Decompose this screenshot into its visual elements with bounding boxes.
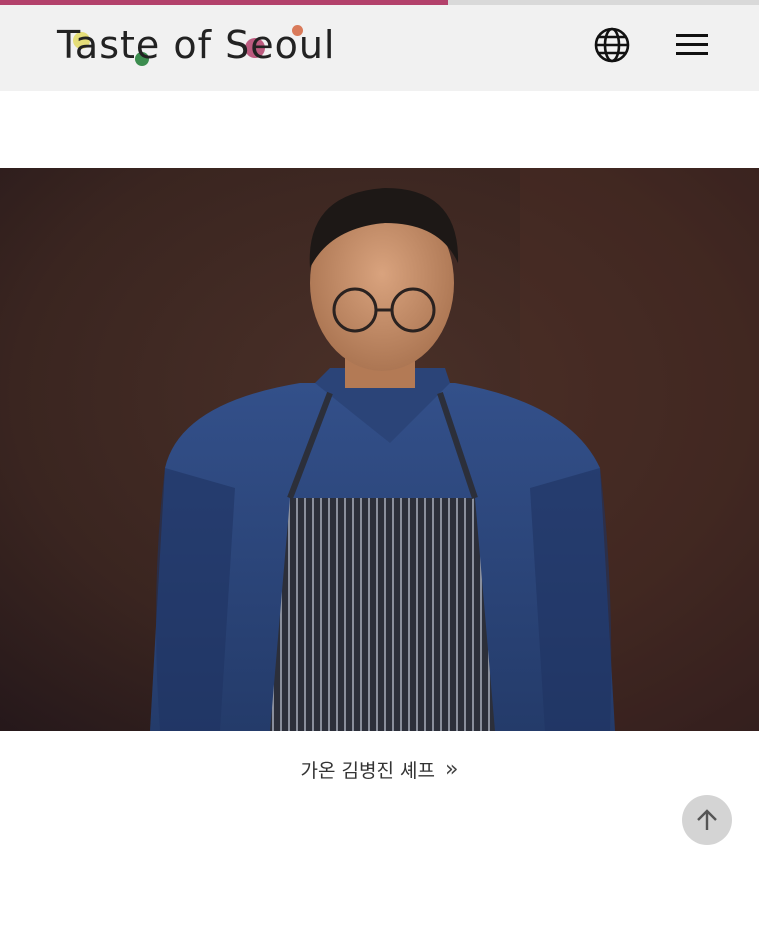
chef-profile-link[interactable]: 가온 김병진 셰프 » — [301, 756, 459, 783]
site-header: Taste of Seoul — [0, 5, 759, 91]
site-logo[interactable]: Taste of Seoul — [57, 19, 334, 77]
chef-portrait — [0, 168, 759, 731]
logo-text: Taste of Seoul — [57, 23, 336, 67]
language-button[interactable] — [593, 26, 631, 64]
chef-portrait-image[interactable] — [0, 168, 759, 731]
menu-button[interactable] — [674, 28, 710, 62]
scroll-to-top-button[interactable] — [682, 795, 732, 845]
caption-row: 가온 김병진 셰프 » — [0, 756, 759, 783]
chef-name-label: 가온 김병진 셰프 — [300, 760, 435, 782]
arrow-up-icon — [697, 809, 717, 830]
hamburger-menu-icon — [676, 34, 708, 55]
double-chevron-right-icon: » — [444, 757, 459, 782]
globe-icon — [594, 27, 630, 63]
